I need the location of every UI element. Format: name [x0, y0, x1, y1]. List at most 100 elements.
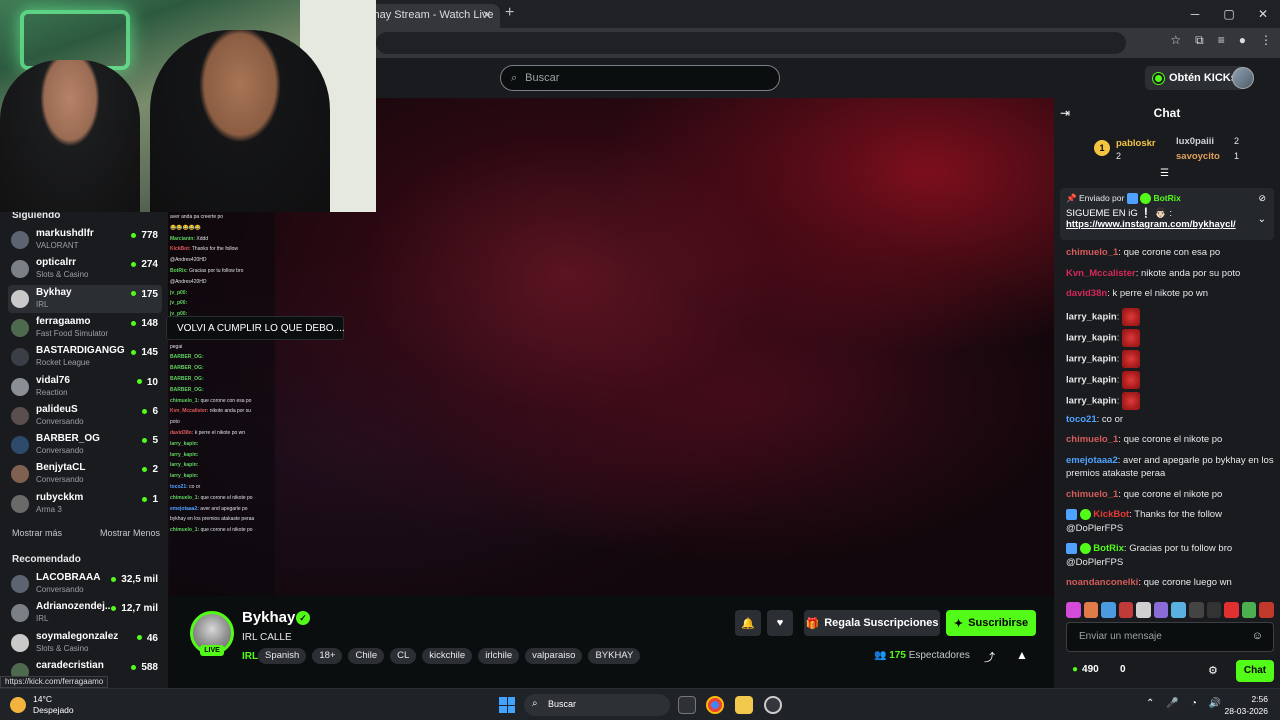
- clock[interactable]: 2:56 28-03-2026: [1222, 693, 1268, 717]
- menu-icon[interactable]: ⋮: [1260, 33, 1272, 48]
- emote-icon[interactable]: [1153, 602, 1169, 618]
- report-icon[interactable]: ▲: [1016, 648, 1028, 662]
- chat-username[interactable]: larry_kapin: [1066, 332, 1117, 343]
- emote-icon[interactable]: [1066, 602, 1081, 618]
- heart-icon: ♥: [776, 617, 784, 629]
- tray-chevron-up-icon[interactable]: ⌃: [1146, 698, 1154, 709]
- kicks-balance[interactable]: 490: [1072, 664, 1099, 675]
- chat-message-input[interactable]: Enviar un mensaje ☺: [1066, 622, 1274, 652]
- wifi-icon[interactable]: ◔: [1191, 698, 1197, 709]
- emote-icon[interactable]: [1171, 602, 1187, 618]
- stream-tag[interactable]: CL: [390, 648, 417, 664]
- hide-pin-icon[interactable]: ⊘: [1258, 193, 1266, 204]
- app-icon[interactable]: [764, 696, 782, 714]
- tab-close-icon[interactable]: ✕: [482, 8, 492, 22]
- browser-tab[interactable]: khay Stream - Watch Live ✕: [360, 4, 500, 28]
- chat-username[interactable]: Kvn_Mccalister: [1066, 268, 1136, 279]
- emote-icon[interactable]: [1118, 602, 1134, 618]
- show-less-link[interactable]: Mostrar Menos: [100, 528, 160, 538]
- notification-bell-button[interactable]: 🔔: [735, 610, 761, 636]
- chat-username[interactable]: toco21: [1066, 414, 1097, 425]
- stream-tag[interactable]: Chile: [348, 648, 385, 664]
- emote-icon[interactable]: [1259, 602, 1274, 618]
- new-tab-icon[interactable]: +: [505, 4, 514, 22]
- following-item-4[interactable]: BASTARDIGANGG Rocket League 145: [8, 343, 162, 371]
- recommended-heading: Recomendado: [12, 554, 81, 565]
- maximize-icon[interactable]: ▢: [1212, 0, 1246, 28]
- pinned-link[interactable]: https://www.instagram.com/bykhaycl/: [1066, 219, 1268, 230]
- following-item-5[interactable]: vidal76 Reaction 10: [8, 373, 162, 401]
- chat-username[interactable]: larry_kapin: [1066, 395, 1117, 406]
- channel-name: caradecristian: [36, 659, 104, 671]
- subscribe-button[interactable]: ✦ Suscribirse: [946, 610, 1036, 636]
- stream-tag[interactable]: kickchile: [422, 648, 473, 664]
- store-count[interactable]: 0: [1120, 664, 1126, 675]
- chat-username[interactable]: BotRix: [1093, 543, 1124, 554]
- minimize-icon[interactable]: ─: [1178, 0, 1212, 28]
- streamer-name[interactable]: Bykhay: [242, 609, 295, 626]
- start-icon[interactable]: [499, 697, 515, 713]
- send-chat-button[interactable]: Chat: [1236, 660, 1274, 682]
- chat-username[interactable]: noandanconelki: [1066, 577, 1138, 588]
- chat-username[interactable]: larry_kapin: [1066, 353, 1117, 364]
- taskbar-search[interactable]: ⌕ Buscar: [524, 694, 670, 716]
- media-icon[interactable]: ≡: [1218, 33, 1225, 48]
- bookmark-star-icon[interactable]: ☆: [1170, 33, 1181, 48]
- chrome-icon[interactable]: [706, 696, 724, 714]
- extensions-icon[interactable]: ⧉: [1195, 33, 1204, 48]
- task-view-icon[interactable]: [678, 696, 696, 714]
- chat-username[interactable]: chimuelo_1: [1066, 489, 1118, 500]
- emote-icon[interactable]: [1083, 602, 1099, 618]
- chat-username[interactable]: emejotaaa2: [1066, 455, 1118, 466]
- following-item-8[interactable]: BenjytaCL Conversando 2: [8, 460, 162, 488]
- following-item-6[interactable]: palideuS Conversando 6: [8, 402, 162, 430]
- stream-tag[interactable]: Spanish: [258, 648, 307, 664]
- address-bar[interactable]: [376, 32, 1126, 54]
- stream-tag[interactable]: irlchile: [478, 648, 520, 664]
- following-item-0[interactable]: markushdlfr VALORANT 778: [8, 226, 162, 254]
- expand-leaderboard-icon[interactable]: ☰: [1160, 168, 1169, 179]
- emote-icon[interactable]: [1224, 602, 1239, 618]
- recommended-item-2[interactable]: soymalegonzalez Slots & Casino 46: [8, 629, 162, 657]
- microphone-icon[interactable]: 🎤: [1166, 698, 1178, 709]
- emote-icon[interactable]: [1136, 602, 1151, 618]
- weather-icon[interactable]: [10, 697, 26, 713]
- get-kicks-button[interactable]: Obtén KICKs: [1145, 66, 1245, 90]
- emote-icon[interactable]: [1101, 602, 1116, 618]
- emote-icon[interactable]: [1206, 602, 1222, 618]
- following-item-7[interactable]: BARBER_OG Conversando 5: [8, 431, 162, 459]
- stream-category[interactable]: IRL: [242, 651, 258, 662]
- weather-widget[interactable]: 14°C Despejado: [33, 694, 74, 716]
- chevron-down-icon[interactable]: ⌄: [1258, 214, 1266, 225]
- volume-icon[interactable]: 🔊: [1209, 698, 1221, 709]
- gear-icon[interactable]: ⚙: [1208, 664, 1218, 677]
- following-item-3[interactable]: ferragaamo Fast Food Simulator 148: [8, 314, 162, 342]
- recommended-item-0[interactable]: LACOBRAAA Conversando 32,5 mil: [8, 570, 162, 598]
- follow-heart-button[interactable]: ♥: [767, 610, 793, 636]
- stream-tag[interactable]: 18+: [312, 648, 343, 664]
- following-item-9[interactable]: rubyckkm Arma 3 1: [8, 490, 162, 518]
- chat-username[interactable]: larry_kapin: [1066, 311, 1117, 322]
- gift-subs-button[interactable]: 🎁 Regala Suscripciones: [804, 610, 940, 636]
- stream-tag[interactable]: BYKHAY: [588, 648, 641, 664]
- chat-username[interactable]: chimuelo_1: [1066, 247, 1118, 258]
- stream-tag[interactable]: valparaiso: [525, 648, 583, 664]
- following-item-2[interactable]: Bykhay IRL 175: [8, 284, 162, 313]
- emote-icon[interactable]: [1241, 602, 1257, 618]
- chat-username[interactable]: larry_kapin: [1066, 374, 1117, 385]
- recommended-item-1[interactable]: Adrianozendej... IRL 12,7 mil: [8, 599, 162, 627]
- file-explorer-icon[interactable]: [735, 696, 753, 714]
- chat-username[interactable]: david38n: [1066, 288, 1107, 299]
- profile-icon[interactable]: ●: [1239, 33, 1246, 48]
- chat-username[interactable]: KickBot: [1093, 509, 1129, 520]
- emote-icon[interactable]: [1189, 602, 1204, 618]
- following-item-1[interactable]: opticalrr Slots & Casino 274: [8, 255, 162, 283]
- share-icon[interactable]: ⤴: [984, 649, 995, 665]
- show-more-link[interactable]: Mostrar más: [12, 528, 62, 538]
- user-avatar[interactable]: [1232, 67, 1254, 89]
- emoji-picker-icon[interactable]: ☺: [1252, 630, 1263, 642]
- search-input[interactable]: ⌕ Buscar: [500, 65, 780, 91]
- window-close-icon[interactable]: ✕: [1246, 0, 1280, 28]
- chat-username[interactable]: chimuelo_1: [1066, 434, 1118, 445]
- overlay-chat-text: @Andres420HD: [170, 257, 207, 264]
